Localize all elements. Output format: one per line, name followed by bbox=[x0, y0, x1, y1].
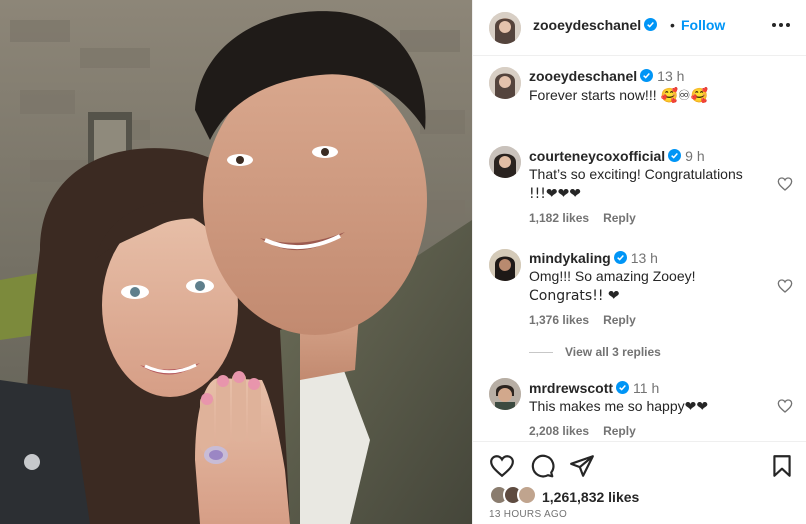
header-separator-dot: • bbox=[670, 17, 675, 33]
post-photo[interactable] bbox=[0, 0, 472, 524]
verified-badge-icon bbox=[616, 381, 630, 394]
caption-time[interactable]: 13 h bbox=[657, 68, 684, 84]
author-username[interactable]: zooeydeschanel bbox=[533, 17, 658, 33]
comment-like-heart-icon[interactable] bbox=[777, 278, 793, 294]
liked-by-avatars[interactable] bbox=[489, 485, 543, 507]
comment-likes[interactable]: 1,182 likes bbox=[529, 211, 589, 225]
comment-text-line: Congrats!! ❤ bbox=[529, 288, 620, 304]
comment-meta: 2,208 likes Reply bbox=[529, 424, 650, 438]
verified-badge-icon bbox=[644, 18, 658, 31]
comment-meta: 1,182 likes Reply bbox=[529, 211, 650, 225]
comment-likes[interactable]: 2,208 likes bbox=[529, 424, 589, 438]
comment-text: This makes me so happy❤❤ bbox=[529, 398, 709, 414]
follow-button[interactable]: Follow bbox=[681, 17, 725, 33]
comment-username[interactable]: mindykaling 13 h bbox=[529, 250, 658, 266]
comment-text: That’s so exciting! Congratulations !!!❤… bbox=[529, 164, 769, 204]
post-actions-bar: 1,261,832 likes 13 HOURS AGO bbox=[473, 441, 806, 524]
share-icon[interactable] bbox=[569, 453, 595, 479]
reply-button[interactable]: Reply bbox=[603, 424, 636, 438]
liked-by-avatar bbox=[517, 485, 537, 505]
comment-time[interactable]: 9 h bbox=[685, 148, 704, 164]
post-header: zooeydeschanel • Follow bbox=[473, 0, 806, 56]
comment-username[interactable]: courteneycoxofficial 9 h bbox=[529, 148, 705, 164]
more-options-icon[interactable] bbox=[771, 15, 791, 35]
comment-text: Omg!!! So amazing Zooey! Congrats!! ❤ bbox=[529, 266, 769, 306]
comment-username-text[interactable]: courteneycoxofficial bbox=[529, 148, 665, 164]
replies-divider bbox=[529, 352, 553, 354]
author-avatar[interactable] bbox=[489, 12, 521, 44]
verified-badge-icon bbox=[613, 251, 627, 264]
comment-username-text[interactable]: mrdrewscott bbox=[529, 380, 613, 396]
caption-avatar[interactable] bbox=[489, 67, 521, 99]
comment-avatar[interactable] bbox=[489, 249, 521, 281]
post-timestamp[interactable]: 13 HOURS AGO bbox=[489, 509, 567, 520]
comment-username-text[interactable]: mindykaling bbox=[529, 250, 611, 266]
comment-text-line: !!!❤❤❤ bbox=[529, 186, 582, 202]
view-replies-label[interactable]: View all 3 replies bbox=[565, 345, 661, 359]
bookmark-icon[interactable] bbox=[769, 453, 795, 479]
post-side-panel: zooeydeschanel • Follow zooeydeschanel 13… bbox=[472, 0, 806, 524]
comment-like-heart-icon[interactable] bbox=[777, 398, 793, 414]
comment-time[interactable]: 13 h bbox=[631, 250, 658, 266]
comment-meta: 1,376 likes Reply bbox=[529, 313, 650, 327]
comment-likes[interactable]: 1,376 likes bbox=[529, 313, 589, 327]
post-likes-count[interactable]: 1,261,832 likes bbox=[542, 489, 639, 505]
comment-text-line: Omg!!! So amazing Zooey! bbox=[529, 268, 696, 284]
caption-text: Forever starts now!!! 🥰♾🥰 bbox=[529, 87, 708, 103]
comment-username[interactable]: mrdrewscott 11 h bbox=[529, 380, 659, 396]
comment-time[interactable]: 11 h bbox=[633, 380, 659, 396]
view-replies-button[interactable]: View all 3 replies bbox=[529, 345, 661, 359]
comment-text-line: That’s so exciting! Congratulations bbox=[529, 166, 743, 182]
author-username-text[interactable]: zooeydeschanel bbox=[533, 17, 641, 33]
caption-username[interactable]: zooeydeschanel 13 h bbox=[529, 68, 684, 84]
reply-button[interactable]: Reply bbox=[603, 211, 636, 225]
comment-like-heart-icon[interactable] bbox=[777, 176, 793, 192]
comment-avatar[interactable] bbox=[489, 378, 521, 410]
heart-icon[interactable] bbox=[489, 453, 515, 479]
caption-username-text[interactable]: zooeydeschanel bbox=[529, 68, 637, 84]
reply-button[interactable]: Reply bbox=[603, 313, 636, 327]
comment-avatar[interactable] bbox=[489, 146, 521, 178]
verified-badge-icon bbox=[640, 69, 654, 82]
comment-icon[interactable] bbox=[529, 453, 555, 479]
verified-badge-icon bbox=[668, 149, 682, 162]
